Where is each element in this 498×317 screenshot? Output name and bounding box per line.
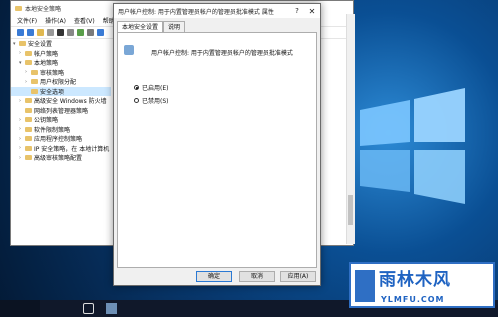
properties-dialog: 用户帐户控制: 用于内置管理员帐户的管理员批准模式 属性 ? ✕ 本地安全设置 … — [113, 3, 321, 286]
expand-arrow-icon[interactable]: › — [19, 126, 23, 132]
tree-item-user-rights[interactable]: › 用户权限分配 — [11, 77, 111, 87]
watermark-logo: 雨林木风 YLMFU.COM — [349, 262, 495, 308]
expand-arrow-icon[interactable]: › — [25, 79, 29, 85]
mmc-title: 本地安全策略 — [25, 5, 62, 13]
folder-icon — [25, 107, 32, 113]
close-button[interactable]: ✕ — [304, 7, 320, 16]
menu-view[interactable]: 查看(V) — [74, 16, 95, 25]
watermark-url: YLMFU.COM — [381, 295, 445, 304]
tree-item-advanced-audit[interactable]: › 高级审核策略配置 — [11, 153, 111, 163]
policy-name: 用户帐户控制: 用于内置管理员帐户的管理员批准模式 — [151, 50, 293, 57]
folder-icon — [25, 145, 32, 151]
tree-item-network-list[interactable]: 网络列表管理器策略 — [11, 106, 111, 116]
cancel-button[interactable]: 取消 — [239, 271, 275, 282]
scrollbar-thumb[interactable] — [348, 195, 353, 225]
ok-button[interactable]: 确定 — [196, 271, 232, 282]
folder-icon — [19, 41, 26, 47]
help-icon[interactable] — [97, 29, 104, 36]
radio-checked-icon[interactable] — [134, 85, 139, 90]
radio-disabled-label: 已禁用(S) — [142, 98, 169, 105]
expand-arrow-icon[interactable]: › — [19, 50, 23, 56]
tree-item-security-options[interactable]: 安全选项 — [11, 86, 111, 96]
folder-icon — [25, 126, 32, 132]
folder-icon — [25, 136, 32, 142]
navigation-tree: ▾ 安全设置 › 帐户策略 ▾ 本地策略 › 审核策略 › 用户权限分配 安全选项 › 高级… — [11, 39, 111, 245]
help-button[interactable]: ? — [290, 7, 304, 15]
menu-action[interactable]: 操作(A) — [45, 16, 66, 25]
folder-icon — [25, 98, 32, 104]
tree-item-app-control[interactable]: › 应用程序控制策略 — [11, 134, 111, 144]
refresh-icon[interactable] — [77, 29, 84, 36]
radio-enabled-label: 已启用(E) — [142, 85, 169, 92]
apply-button[interactable]: 应用(A) — [280, 271, 316, 282]
export-icon[interactable] — [87, 29, 94, 36]
tree-item-firewall[interactable]: › 高级安全 Windows 防火墙 — [11, 96, 111, 106]
folder-icon — [31, 88, 38, 94]
watermark-name: 雨林木风 — [379, 270, 451, 290]
folder-icon — [31, 79, 38, 85]
radio-unchecked-icon[interactable] — [134, 98, 139, 103]
tree-item-security-settings[interactable]: ▾ 安全设置 — [11, 39, 111, 49]
properties-icon[interactable] — [67, 29, 74, 36]
start-area[interactable] — [0, 300, 40, 317]
expand-arrow-icon[interactable]: › — [19, 98, 23, 104]
back-icon[interactable] — [17, 29, 24, 36]
folder-icon — [25, 60, 32, 66]
radio-disabled[interactable]: 已禁用(S) — [134, 96, 169, 105]
expand-arrow-icon[interactable]: ▾ — [13, 41, 17, 47]
expand-arrow-icon[interactable]: › — [19, 155, 23, 161]
task-view-icon[interactable] — [83, 303, 94, 314]
windows-logo — [360, 88, 465, 204]
tree-item-software-restriction[interactable]: › 软件限制策略 — [11, 125, 111, 135]
folder-icon — [25, 50, 32, 56]
expand-arrow-icon[interactable]: ▾ — [19, 60, 23, 66]
expand-arrow-icon[interactable]: › — [19, 117, 23, 123]
tree-item-account-policies[interactable]: › 帐户策略 — [11, 49, 111, 59]
delete-icon[interactable] — [57, 29, 64, 36]
dialog-title-bar: 用户帐户控制: 用于内置管理员帐户的管理员批准模式 属性 ? ✕ — [114, 4, 320, 18]
expand-arrow-icon[interactable]: › — [19, 136, 23, 142]
forward-icon[interactable] — [27, 29, 34, 36]
folder-icon — [25, 155, 32, 161]
menu-file[interactable]: 文件(F) — [17, 16, 37, 25]
folder-icon — [25, 117, 32, 123]
expand-arrow-icon[interactable]: › — [25, 69, 29, 75]
dialog-title: 用户帐户控制: 用于内置管理员帐户的管理员批准模式 属性 — [118, 8, 274, 16]
watermark-logo-icon — [355, 270, 375, 302]
app-taskbar-icon[interactable] — [106, 303, 117, 314]
up-folder-icon[interactable] — [37, 29, 44, 36]
app-icon — [15, 5, 22, 11]
tree-item-ip-security[interactable]: › IP 安全策略，在 本地计算机 — [11, 144, 111, 154]
tree-item-local-policies[interactable]: ▾ 本地策略 — [11, 58, 111, 68]
policy-icon — [124, 45, 134, 55]
radio-enabled[interactable]: 已启用(E) — [134, 83, 168, 92]
tree-item-public-key[interactable]: › 公钥策略 — [11, 115, 111, 125]
folder-icon — [31, 69, 38, 75]
expand-arrow-icon[interactable]: › — [19, 145, 23, 151]
tree-item-audit-policy[interactable]: › 审核策略 — [11, 68, 111, 78]
settings-panel: 用户帐户控制: 用于内置管理员帐户的管理员批准模式 已启用(E) 已禁用(S) — [117, 32, 317, 268]
show-tree-icon[interactable] — [47, 29, 54, 36]
